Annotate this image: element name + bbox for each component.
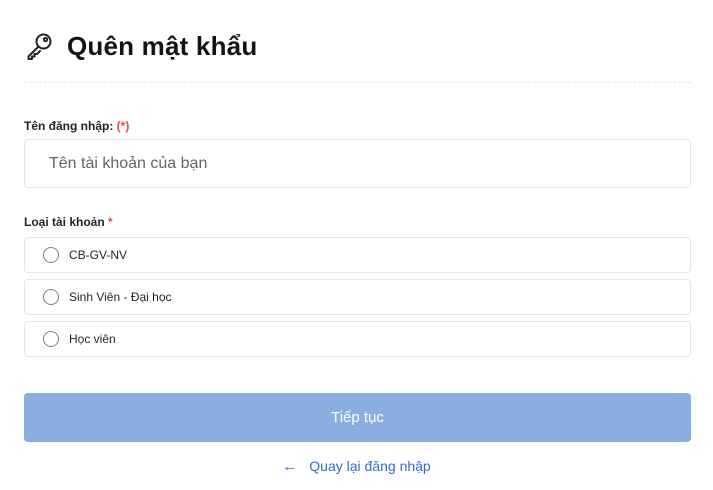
back-to-login-label: Quay lại đăng nhập — [309, 458, 431, 474]
username-label: Tên đăng nhập: (*) — [24, 119, 129, 133]
username-label-text: Tên đăng nhập: — [24, 119, 114, 133]
continue-button[interactable]: Tiếp tục — [24, 393, 691, 442]
radio-label: Học viên — [69, 332, 116, 346]
page-title: Quên mật khẩu — [67, 30, 258, 61]
arrow-left-icon: ← — [282, 457, 298, 475]
account-type-label-text: Loại tài khoản — [24, 215, 105, 229]
radio-label: Sinh Viên - Đại học — [69, 290, 172, 304]
page-header: Quên mật khẩu — [24, 26, 257, 66]
account-type-label: Loại tài khoản * — [24, 215, 113, 229]
radio-button[interactable] — [43, 247, 59, 263]
username-input[interactable] — [24, 139, 691, 188]
account-type-option-sinhvien[interactable]: Sinh Viên - Đại học — [24, 279, 691, 315]
radio-button[interactable] — [43, 331, 59, 347]
radio-label: CB-GV-NV — [69, 248, 128, 262]
required-mark: (*) — [116, 119, 130, 133]
account-type-option-hocvien[interactable]: Học viên — [24, 321, 691, 357]
account-type-option-cbgvnv[interactable]: CB-GV-NV — [24, 237, 691, 273]
forgot-password-page: Quên mật khẩu Tên đăng nhập: (*) Loại tà… — [0, 0, 713, 490]
back-to-login-link[interactable]: ← Quay lại đăng nhập — [0, 456, 713, 476]
radio-button[interactable] — [43, 289, 59, 305]
key-icon — [24, 31, 54, 61]
header-divider — [24, 82, 691, 83]
required-mark: * — [108, 215, 113, 229]
